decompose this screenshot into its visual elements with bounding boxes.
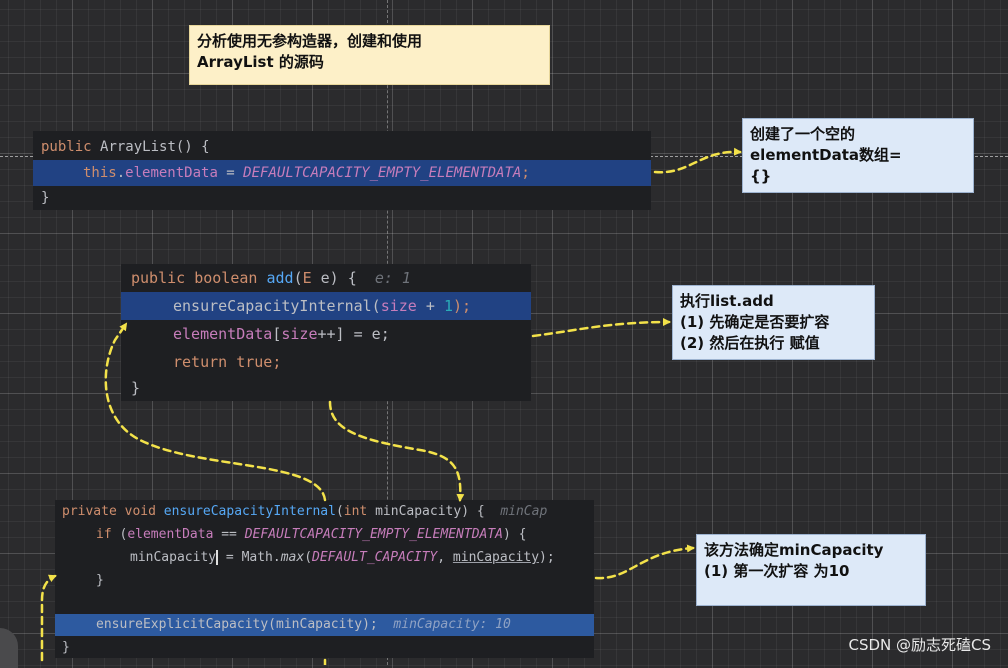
arrow-add-to-note [531,318,671,338]
watermark: CSDN @励志死磕CS [848,636,991,654]
arrow-ensure-to-note [594,544,695,580]
arrow-layer [40,147,742,665]
arrow-add-to-ensure [328,400,465,502]
arrow-left-up [40,574,57,662]
arrow-ensure-back-to-add [104,322,327,502]
arrow-constructor-to-note [653,147,742,174]
